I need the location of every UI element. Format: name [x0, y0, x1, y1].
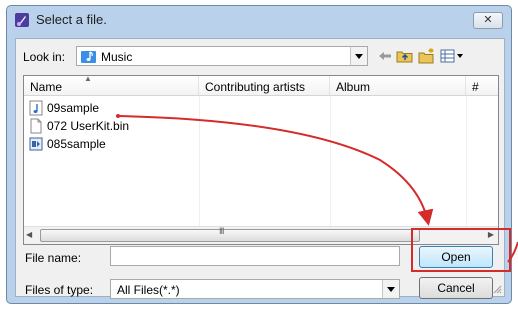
column-header-album[interactable]: Album	[330, 76, 466, 96]
look-in-value: Music	[101, 50, 133, 64]
music-note-icon	[29, 100, 43, 116]
new-folder-icon[interactable]	[418, 48, 436, 64]
cancel-button[interactable]: Cancel	[419, 277, 493, 299]
file-name: 09sample	[47, 101, 100, 115]
files-of-type-label: Files of type:	[25, 283, 94, 297]
back-icon[interactable]	[376, 48, 394, 64]
chevron-down-icon[interactable]	[382, 280, 399, 298]
title-bar[interactable]: Select a file. ✕	[7, 6, 511, 33]
window-title: Select a file.	[36, 12, 107, 27]
blank-file-icon	[30, 118, 42, 134]
up-folder-icon[interactable]	[396, 48, 414, 64]
column-divider	[199, 96, 200, 227]
file-name-input[interactable]	[110, 246, 400, 266]
column-divider	[330, 96, 331, 227]
file-list[interactable]: Name ▲ Contributing artists Album # 09sa…	[23, 75, 499, 245]
file-name: 072 UserKit.bin	[47, 119, 130, 133]
app-icon	[15, 13, 29, 27]
file-row-085sample[interactable]: 085sample	[28, 135, 106, 153]
sort-ascending-icon: ▲	[84, 75, 92, 83]
close-icon: ✕	[483, 14, 493, 26]
music-folder-icon	[81, 51, 96, 63]
file-name: 085sample	[47, 137, 106, 151]
look-in-label: Look in:	[23, 50, 66, 64]
view-menu-icon[interactable]	[440, 48, 464, 64]
column-header-number[interactable]: #	[466, 76, 498, 96]
files-of-type-dropdown[interactable]: All Files(*.*)	[110, 279, 400, 299]
column-header-name[interactable]: Name ▲	[24, 76, 199, 96]
scrollbar-thumb[interactable]: III	[40, 226, 420, 242]
file-name-label: File name:	[25, 251, 82, 265]
open-button-highlight	[411, 228, 511, 272]
look-in-dropdown[interactable]: Music	[76, 46, 368, 66]
files-of-type-value: All Files(*.*)	[117, 283, 180, 297]
column-header-contributing-artists[interactable]: Contributing artists	[199, 76, 330, 96]
close-button[interactable]: ✕	[473, 12, 503, 29]
scroll-left-icon[interactable]: ◀	[26, 230, 32, 239]
media-file-icon	[29, 137, 43, 151]
file-row-072-userkit[interactable]: 072 UserKit.bin	[28, 117, 129, 135]
chevron-down-icon[interactable]	[350, 47, 367, 65]
column-divider	[466, 96, 467, 227]
resize-grip-icon[interactable]	[492, 284, 502, 294]
file-row-09sample[interactable]: 09sample	[28, 99, 99, 117]
scrollbar-grip: III	[219, 226, 224, 236]
